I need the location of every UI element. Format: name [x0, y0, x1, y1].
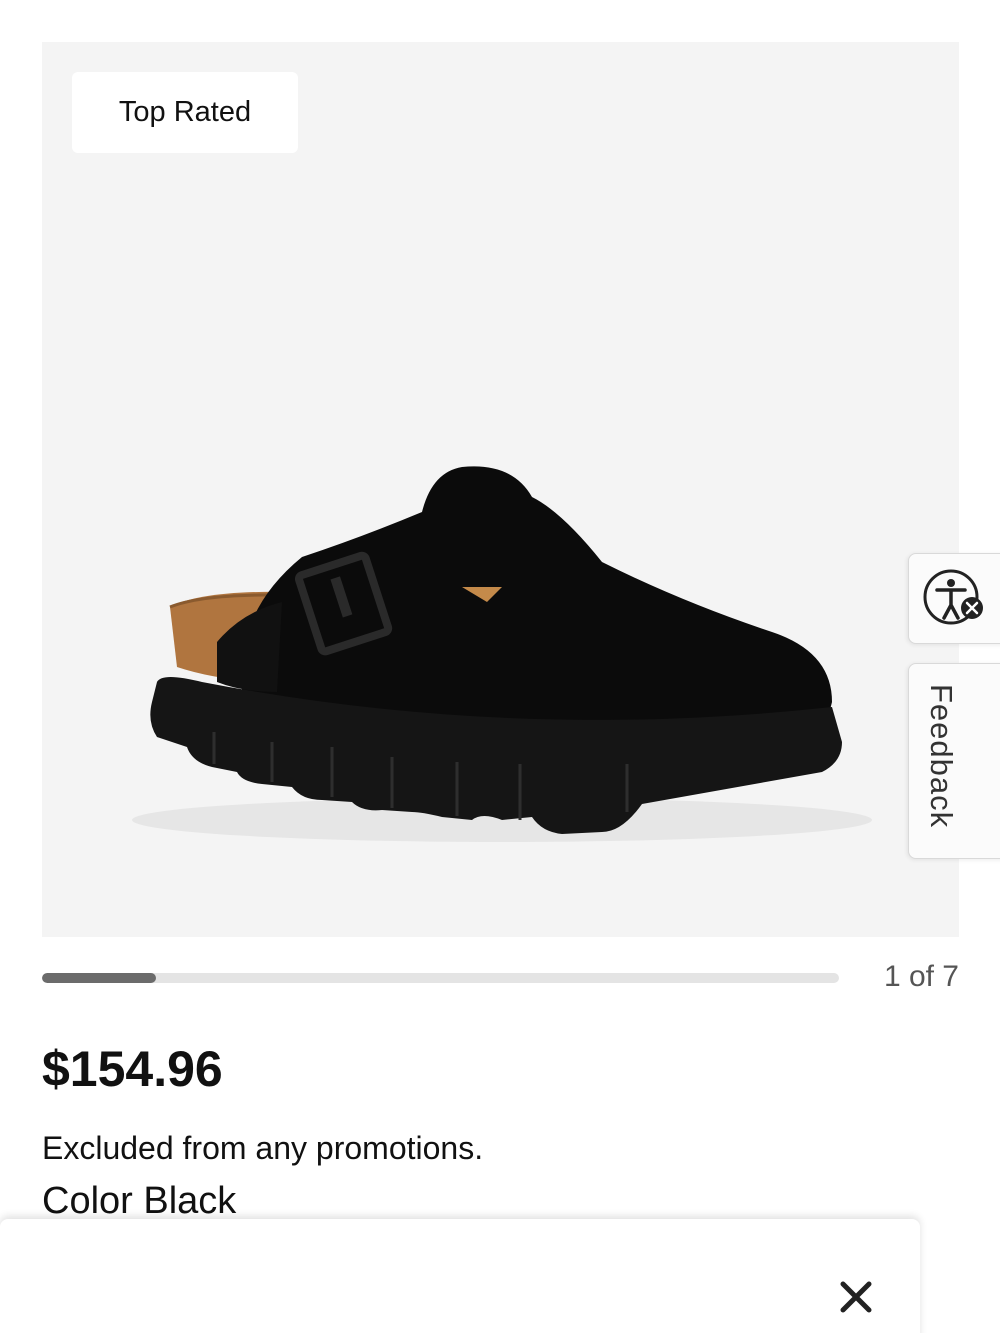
close-button[interactable] [832, 1273, 880, 1321]
gallery-counter: 1 of 7 [883, 960, 959, 993]
accessibility-icon [923, 569, 983, 624]
product-price: $154.96 [42, 1041, 223, 1097]
close-icon [840, 1281, 872, 1313]
top-rated-badge: Top Rated [72, 72, 298, 153]
gallery-progress-track [42, 973, 839, 983]
product-image[interactable] [42, 42, 959, 937]
gallery-progress-fill [42, 973, 156, 983]
accessibility-button[interactable] [908, 553, 1000, 644]
product-image-gallery[interactable]: Top Rated [42, 42, 959, 937]
color-row: Color Black [42, 1180, 236, 1223]
feedback-tab[interactable]: Feedback [908, 663, 1000, 859]
color-label: Color [42, 1180, 133, 1222]
promo-note: Excluded from any promotions. [42, 1130, 484, 1166]
color-value: Black [143, 1180, 237, 1222]
badge-label: Top Rated [118, 96, 252, 128]
feedback-label: Feedback [924, 684, 959, 829]
bottom-sheet [0, 1219, 920, 1333]
